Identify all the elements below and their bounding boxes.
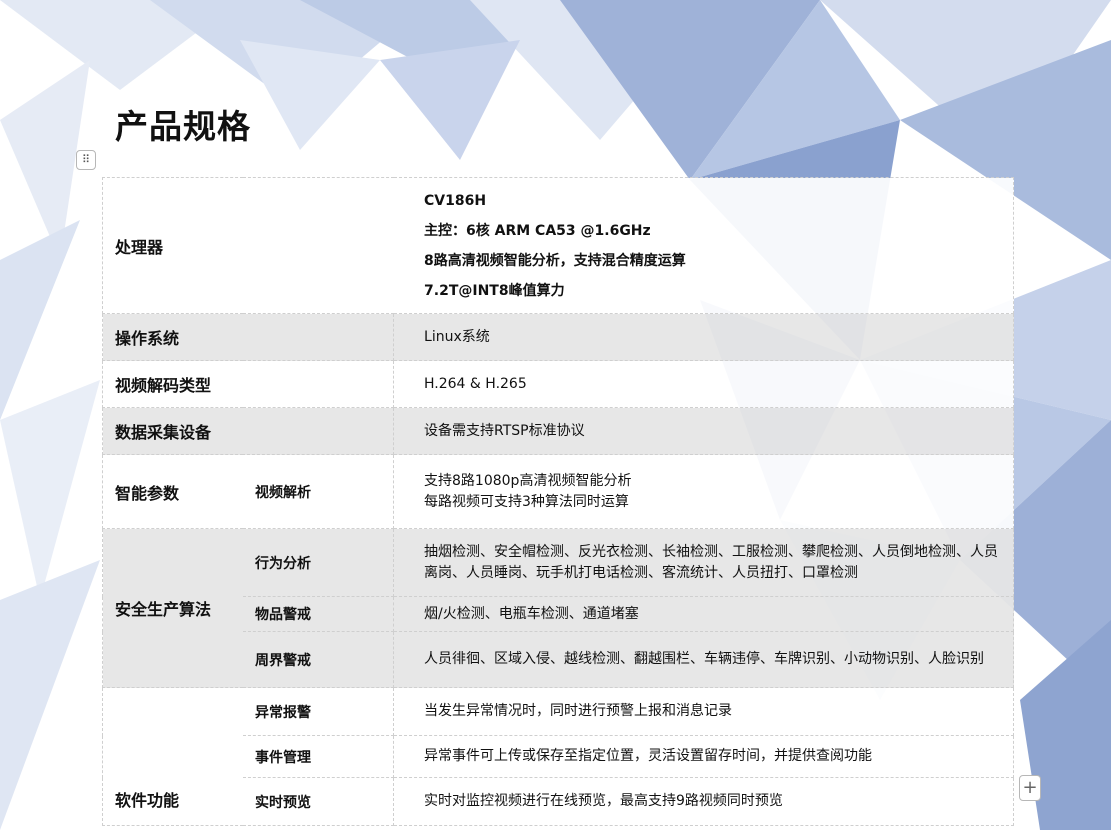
safety-value-1: 抽烟检测、安全帽检测、反光衣检测、长袖检测、工服检测、攀爬检测、人员倒地检测、人… (393, 528, 1015, 597)
processor-line-3: 8路高清视频智能分析，支持混合精度运算 (424, 252, 686, 269)
software-value-1: 当发生异常情况时，同时进行预警上报和消息记录 (393, 687, 1015, 736)
row-label-safety: 安全生产算法 (102, 528, 243, 688)
row-label-decode: 视频解码类型 (101, 360, 395, 408)
processor-line-2: 主控：6核 ARM CA53 @1.6GHz (424, 222, 651, 239)
capture-value: 设备需支持RTSP标准协议 (393, 407, 1015, 455)
spec-table: 处理器 CV186H 主控：6核 ARM CA53 @1.6GHz 8路高清视频… (101, 177, 1015, 826)
safety-sub-label-1: 行为分析 (242, 528, 395, 597)
software-sub-label-1: 异常报警 (242, 687, 395, 736)
safety-value-3: 人员徘徊、区域入侵、越线检测、翻越围栏、车辆违停、车牌识别、小动物识别、人脸识别 (393, 631, 1015, 688)
smart-sub-label: 视频解析 (242, 454, 395, 529)
document-page: 产品规格 ⠿ 处理器 CV186H 主控：6核 ARM CA53 @1.6GHz… (0, 0, 1111, 830)
software-value-3: 实时对监控视频进行在线预览，最高支持9路视频同时预览 (393, 777, 1015, 826)
smart-value: 支持8路1080p高清视频智能分析 每路视频可支持3种算法同时运算 (393, 454, 1015, 529)
smart-line-2: 每路视频可支持3种算法同时运算 (424, 493, 629, 510)
page-title: 产品规格 (115, 107, 251, 146)
safety-sub-label-2: 物品警戒 (242, 596, 395, 632)
table-row: 操作系统 Linux系统 (101, 313, 1015, 361)
row-label-software: 软件功能 (102, 687, 243, 826)
processor-line-4: 7.2T@INT8峰值算力 (424, 282, 565, 299)
software-value-2: 异常事件可上传或保存至指定位置，灵活设置留存时间，并提供查阅功能 (393, 735, 1015, 778)
safety-value-2: 烟/火检测、电瓶车检测、通道堵塞 (393, 596, 1015, 632)
software-sub-label-3: 实时预览 (242, 777, 395, 826)
row-label-processor: 处理器 (101, 177, 394, 314)
row-label-capture: 数据采集设备 (101, 407, 395, 455)
table-row: 视频解码类型 H.264 & H.265 (101, 360, 1015, 408)
table-row: 软件功能 异常报警 当发生异常情况时，同时进行预警上报和消息记录 (102, 687, 1015, 826)
smart-line-1: 支持8路1080p高清视频智能分析 (424, 472, 632, 489)
processor-line-1: CV186H (424, 192, 487, 209)
safety-sub-label-3: 周界警戒 (242, 631, 395, 688)
os-value: Linux系统 (393, 313, 1015, 361)
row-label-smart: 智能参数 (102, 454, 243, 529)
plus-icon[interactable]: + (1019, 775, 1041, 801)
software-sub-label-2: 事件管理 (242, 735, 395, 778)
table-row: 智能参数 视频解析 支持8路1080p高清视频智能分析 每路视频可支持3种算法同… (102, 454, 1015, 529)
row-label-os: 操作系统 (101, 313, 395, 361)
table-row: 数据采集设备 设备需支持RTSP标准协议 (101, 407, 1015, 455)
table-row: 安全生产算法 行为分析 抽烟检测、安全帽检测、反光衣检测、长袖检测、工服检测、攀… (102, 528, 1015, 688)
processor-value: CV186H 主控：6核 ARM CA53 @1.6GHz 8路高清视频智能分析… (393, 177, 1015, 314)
grip-dots-icon[interactable]: ⠿ (76, 150, 96, 170)
table-row: 处理器 CV186H 主控：6核 ARM CA53 @1.6GHz 8路高清视频… (101, 177, 1015, 314)
decode-value: H.264 & H.265 (393, 360, 1015, 408)
